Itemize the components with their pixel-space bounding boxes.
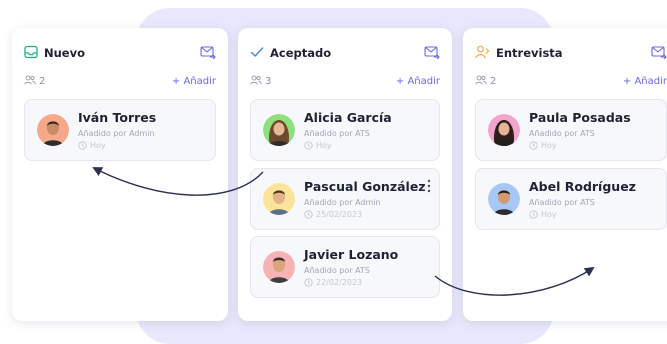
arrow-left — [92, 167, 264, 196]
move-arrows — [92, 167, 595, 296]
arrow-right — [434, 266, 595, 296]
